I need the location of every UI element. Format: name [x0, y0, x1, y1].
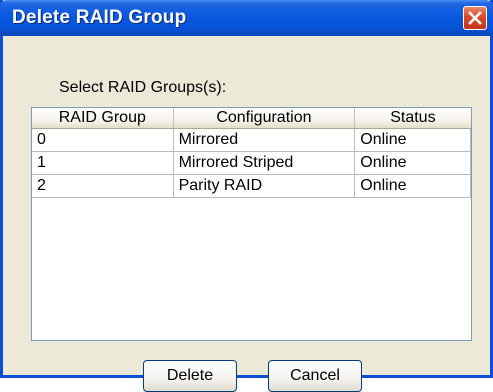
close-icon — [468, 11, 482, 25]
cell-raid-group: 2 — [32, 174, 174, 198]
dialog-body: Select RAID Groups(s): RAID Group Config… — [3, 36, 490, 392]
table-row[interactable]: 1 Mirrored Striped Online — [32, 151, 471, 175]
cell-status: Online — [354, 151, 471, 175]
delete-button[interactable]: Delete — [143, 360, 237, 392]
table-header-row: RAID Group Configuration Status — [32, 108, 471, 129]
cell-status: Online — [354, 128, 471, 152]
cell-configuration: Mirrored Striped — [173, 151, 356, 175]
delete-raid-group-dialog: Delete RAID Group Select RAID Groups(s):… — [0, 0, 493, 392]
column-header-configuration[interactable]: Configuration — [173, 108, 356, 129]
raid-group-grid: RAID Group Configuration Status 0 Mirror… — [32, 108, 471, 198]
select-prompt-label: Select RAID Groups(s): — [59, 79, 227, 96]
table-row[interactable]: 0 Mirrored Online — [32, 128, 471, 152]
column-header-status[interactable]: Status — [354, 108, 471, 129]
table-row[interactable]: 2 Parity RAID Online — [32, 174, 471, 198]
cell-status: Online — [354, 174, 471, 198]
column-header-raid-group[interactable]: RAID Group — [32, 108, 174, 129]
cell-raid-group: 1 — [32, 151, 174, 175]
cell-configuration: Parity RAID — [173, 174, 356, 198]
cancel-button[interactable]: Cancel — [268, 360, 362, 392]
raid-group-table[interactable]: RAID Group Configuration Status 0 Mirror… — [31, 107, 472, 341]
cell-raid-group: 0 — [32, 128, 174, 152]
cell-configuration: Mirrored — [173, 128, 356, 152]
title-bar[interactable]: Delete RAID Group — [0, 0, 493, 36]
close-button[interactable] — [463, 6, 487, 30]
window-title: Delete RAID Group — [12, 7, 187, 28]
